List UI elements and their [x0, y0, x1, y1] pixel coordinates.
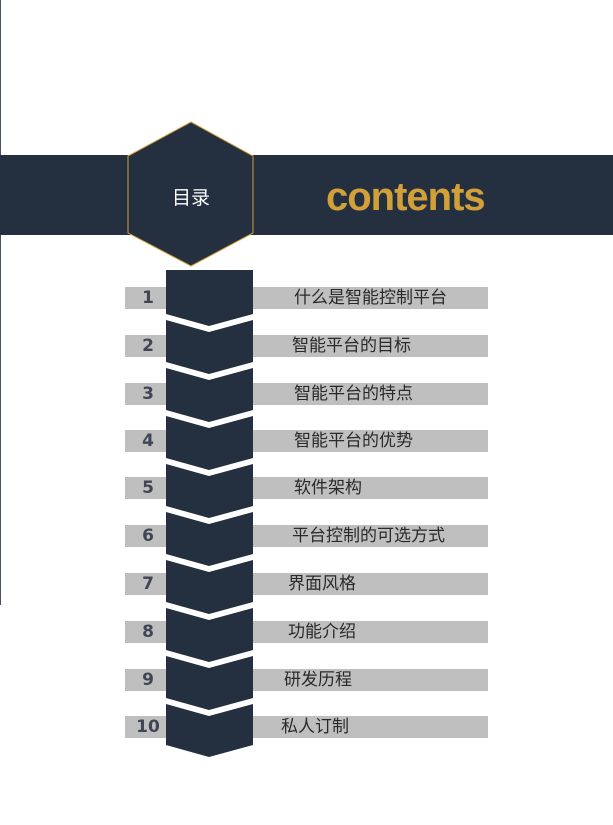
toc-row[interactable]: 5 软件架构	[0, 477, 613, 499]
row-number: 8	[142, 622, 154, 642]
toc-row[interactable]: 7 界面风格	[0, 573, 613, 595]
toc-row[interactable]: 4 智能平台的优势	[0, 430, 613, 452]
contents-heading: contents	[326, 175, 486, 219]
row-title-bar	[252, 477, 488, 499]
row-title: 研发历程	[284, 670, 352, 690]
row-title: 平台控制的可选方式	[292, 526, 445, 546]
toc-label: 目录	[171, 187, 210, 209]
toc-row[interactable]: 10 私人订制	[0, 716, 613, 738]
row-number: 4	[142, 431, 154, 451]
row-number: 1	[142, 288, 154, 308]
row-number: 7	[142, 574, 154, 594]
row-title: 智能平台的目标	[292, 336, 411, 356]
row-number: 2	[142, 336, 154, 356]
row-number: 9	[142, 670, 154, 690]
row-title: 私人订制	[281, 717, 349, 737]
row-number: 10	[136, 717, 160, 737]
row-number: 3	[142, 384, 154, 404]
toc-row[interactable]: 1 什么是智能控制平台	[0, 287, 613, 309]
toc-row[interactable]: 9 研发历程	[0, 669, 613, 691]
chevron-stack	[166, 270, 253, 757]
row-number: 6	[142, 526, 154, 546]
row-title: 功能介绍	[288, 622, 356, 642]
row-title: 软件架构	[294, 478, 362, 498]
row-title: 什么是智能控制平台	[294, 288, 447, 308]
row-title: 界面风格	[288, 574, 356, 594]
row-title: 智能平台的优势	[294, 431, 413, 451]
title-banner	[0, 155, 613, 235]
hexagon-frame	[127, 121, 254, 267]
toc-row[interactable]: 2 智能平台的目标	[0, 335, 613, 357]
toc-row[interactable]: 3 智能平台的特点	[0, 383, 613, 405]
row-title: 智能平台的特点	[294, 384, 413, 404]
toc-row[interactable]: 6 平台控制的可选方式	[0, 525, 613, 547]
toc-row[interactable]: 8 功能介绍	[0, 621, 613, 643]
row-number: 5	[142, 478, 154, 498]
